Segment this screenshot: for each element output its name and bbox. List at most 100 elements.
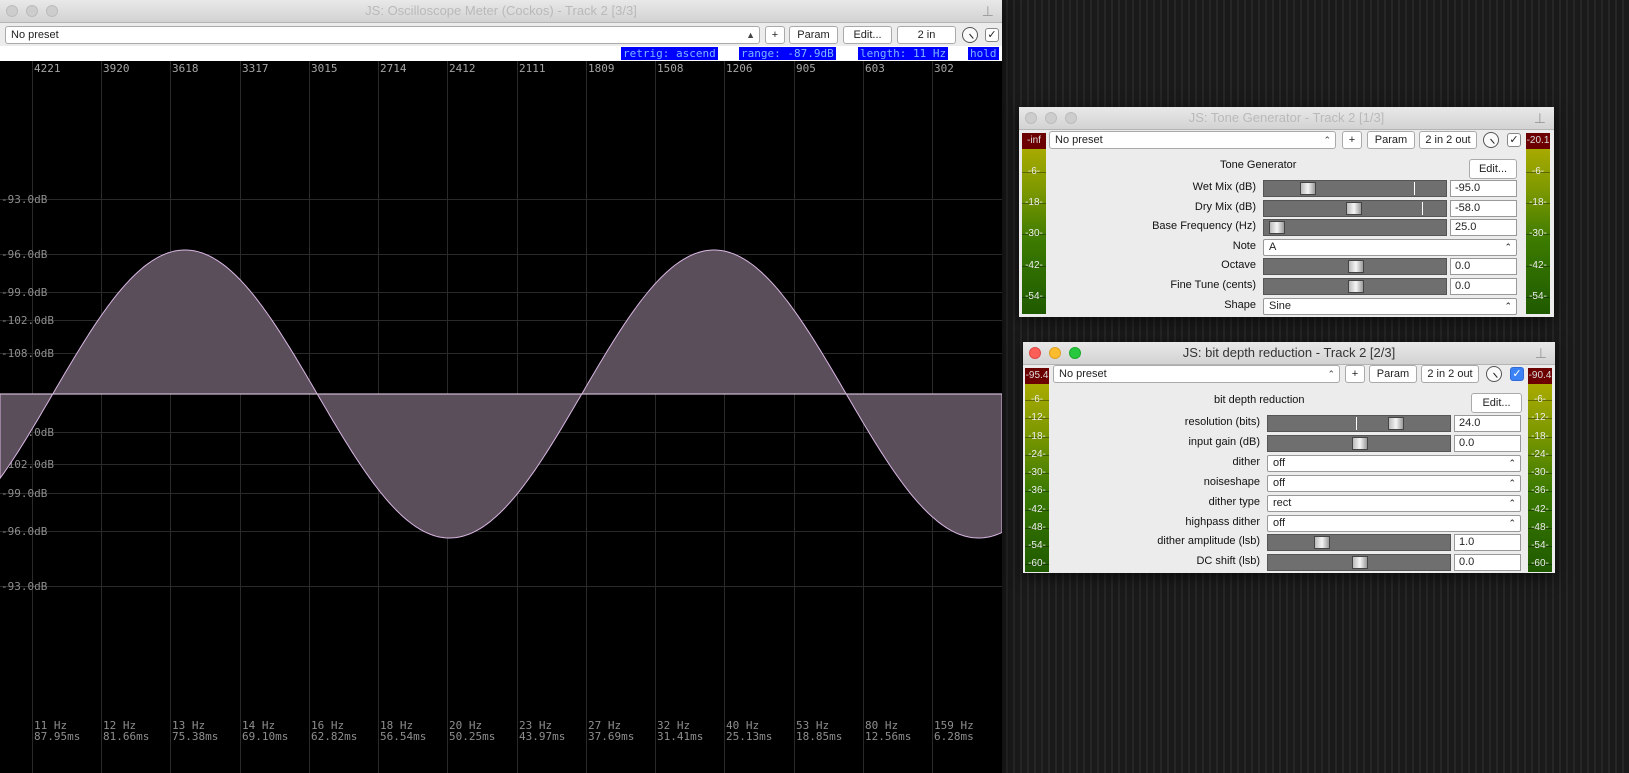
slider-handle[interactable] <box>1352 436 1368 450</box>
pin-icon[interactable]: ⊥ <box>1534 110 1546 126</box>
meter-tick-label: -42- <box>1529 259 1547 271</box>
oscilloscope-window: JS: Oscilloscope Meter (Cockos) - Track … <box>0 0 1002 773</box>
param-slider[interactable] <box>1263 180 1447 197</box>
io-routing-button[interactable]: 2 in <box>897 26 956 44</box>
meter-peak: -95.4 <box>1025 368 1049 384</box>
bypass-checkbox[interactable]: ✓ <box>1507 133 1521 147</box>
add-preset-button[interactable]: + <box>1342 131 1362 149</box>
add-preset-button[interactable]: + <box>1345 365 1365 383</box>
param-value-field[interactable]: 0.0 <box>1454 434 1521 452</box>
plugin-name: Tone Generator <box>1220 159 1297 171</box>
slider-handle[interactable] <box>1352 556 1368 570</box>
param-select[interactable]: A ⌃ <box>1263 238 1517 256</box>
zoom-button[interactable] <box>1065 112 1077 124</box>
meter-peak: -20.1 <box>1526 133 1550 149</box>
meter-tick-label: -36- <box>1028 485 1046 497</box>
slider-handle[interactable] <box>1388 417 1404 430</box>
minimize-button[interactable] <box>1045 112 1057 124</box>
param-button[interactable]: Param <box>789 26 838 44</box>
param-value-field[interactable]: 24.0 <box>1454 415 1521 432</box>
updown-chevron-icon: ⌃ <box>1508 517 1516 528</box>
slider-handle[interactable] <box>1314 536 1330 550</box>
edit-button[interactable]: Edit... <box>1469 159 1517 179</box>
window-controls <box>1025 112 1077 124</box>
param-slider[interactable] <box>1263 278 1447 295</box>
wet-knob-icon[interactable] <box>962 27 978 43</box>
param-select[interactable]: off ⌃ <box>1267 514 1521 532</box>
param-slider[interactable] <box>1263 258 1447 276</box>
meter-tick-label: -48- <box>1028 521 1046 533</box>
param-select[interactable]: off ⌃ <box>1267 474 1521 492</box>
length-status[interactable]: length: 11 Hz <box>858 47 949 60</box>
param-slider[interactable] <box>1267 434 1451 452</box>
hold-status[interactable]: hold <box>968 47 999 60</box>
meter-tick-label: -18- <box>1529 197 1547 209</box>
param-slider[interactable] <box>1267 534 1451 552</box>
slider-handle[interactable] <box>1348 260 1364 274</box>
slider-handle[interactable] <box>1346 201 1362 215</box>
select-value: off <box>1273 476 1286 489</box>
edit-button[interactable]: Edit... <box>1471 393 1522 413</box>
close-button[interactable] <box>1029 347 1041 359</box>
param-label: dither <box>1232 455 1260 468</box>
param-value-field[interactable]: 0.0 <box>1454 554 1521 572</box>
param-label: resolution (bits) <box>1184 416 1260 428</box>
slider-handle[interactable] <box>1348 280 1364 293</box>
param-value-field[interactable]: 25.0 <box>1450 219 1517 237</box>
oscilloscope-titlebar[interactable]: JS: Oscilloscope Meter (Cockos) - Track … <box>0 0 1002 23</box>
tone-generator-window: JS: Tone Generator - Track 2 [1/3] ⊥ -in… <box>1019 107 1554 317</box>
edit-button[interactable]: Edit... <box>843 26 892 44</box>
oscilloscope-display[interactable]: 4221 11 Hz 87.95ms 3920 12 Hz 81.66ms 3618 13 H… <box>0 61 1002 773</box>
range-status[interactable]: range: -87.9dB <box>739 47 836 60</box>
io-routing-button[interactable]: 2 in 2 out <box>1419 131 1477 149</box>
close-button[interactable] <box>1025 112 1037 124</box>
param-button[interactable]: Param <box>1367 131 1415 149</box>
wet-knob-icon[interactable] <box>1483 132 1499 148</box>
add-preset-button[interactable]: + <box>765 26 785 44</box>
close-button[interactable] <box>6 5 18 17</box>
io-routing-button[interactable]: 2 in 2 out <box>1421 365 1479 383</box>
pin-icon[interactable]: ⊥ <box>1535 345 1547 361</box>
zoom-button[interactable] <box>46 5 58 17</box>
preset-select[interactable]: No preset ⌃ <box>1049 131 1336 149</box>
select-value: off <box>1273 456 1286 469</box>
param-slider[interactable] <box>1267 415 1451 432</box>
updown-chevron-icon: ⌃ <box>1508 477 1516 488</box>
param-button[interactable]: Param <box>1369 365 1417 383</box>
param-slider[interactable] <box>1263 219 1447 237</box>
updown-chevron-icon: ▲ <box>746 30 755 40</box>
preset-select[interactable]: No preset ⌃ <box>1053 365 1340 383</box>
bypass-checkbox[interactable]: ✓ <box>985 28 999 42</box>
meter-tick-label: -6- <box>1030 394 1044 406</box>
pin-icon[interactable]: ⊥ <box>982 3 994 19</box>
param-value-field[interactable]: 0.0 <box>1450 258 1517 276</box>
param-value-field[interactable]: 1.0 <box>1454 534 1521 552</box>
slider-default-mark <box>1356 417 1357 430</box>
zoom-button[interactable] <box>1069 347 1081 359</box>
param-slider[interactable] <box>1263 199 1447 217</box>
param-slider[interactable] <box>1267 554 1451 572</box>
slider-handle[interactable] <box>1269 221 1285 235</box>
select-value: rect <box>1273 496 1292 509</box>
bypass-checkbox[interactable]: ✓ <box>1510 367 1524 381</box>
tone-titlebar[interactable]: JS: Tone Generator - Track 2 [1/3] ⊥ <box>1019 107 1554 130</box>
param-value-field[interactable]: 0.0 <box>1450 278 1517 295</box>
meter-peak: -inf <box>1022 133 1046 149</box>
bitdepth-titlebar[interactable]: JS: bit depth reduction - Track 2 [2/3] … <box>1023 342 1555 365</box>
meter-tick-label: -42- <box>1531 503 1549 515</box>
retrig-status[interactable]: retrig: ascend <box>621 47 718 60</box>
slider-handle[interactable] <box>1300 182 1316 195</box>
param-select[interactable]: off ⌃ <box>1267 454 1521 472</box>
wet-knob-icon[interactable] <box>1486 366 1502 382</box>
minimize-button[interactable] <box>26 5 38 17</box>
param-select[interactable]: Sine ⌃ <box>1263 297 1517 315</box>
param-select[interactable]: rect ⌃ <box>1267 494 1521 512</box>
preset-select[interactable]: No preset ▲ <box>5 26 760 44</box>
param-value-field[interactable]: -58.0 <box>1450 199 1517 217</box>
preset-value: No preset <box>1059 368 1107 380</box>
param-label: noiseshape <box>1203 475 1260 488</box>
param-label: DC shift (lsb) <box>1196 555 1260 568</box>
minimize-button[interactable] <box>1049 347 1061 359</box>
preset-value: No preset <box>1055 134 1103 146</box>
param-value-field[interactable]: -95.0 <box>1450 180 1517 197</box>
